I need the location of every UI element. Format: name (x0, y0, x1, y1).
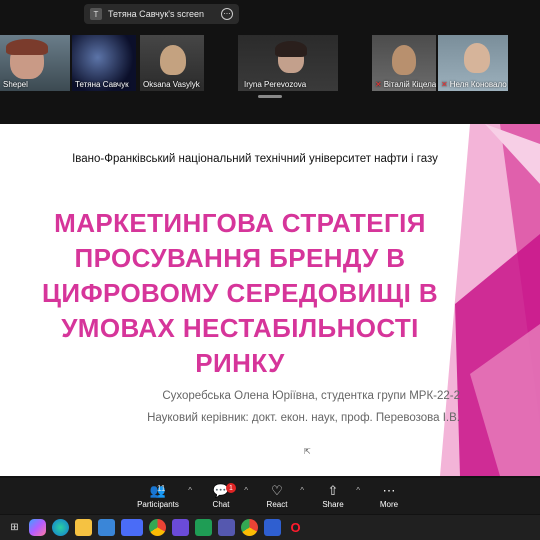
chrome-icon[interactable] (149, 519, 166, 536)
chevron-up-icon[interactable]: ^ (356, 486, 360, 495)
screen: T Тетяна Савчук's screen ⋯ Shepel Тетяна… (0, 0, 540, 540)
participant-count: 11 (157, 484, 166, 493)
chat-unread-badge: 1 (226, 483, 236, 493)
slide-title-line: УМОВАХ НЕСТАБІЛЬНОСТІ (61, 313, 419, 343)
chrome-icon-2[interactable] (241, 519, 258, 536)
participant-name: ✕ Неля Коновало (441, 80, 507, 89)
author-line: Сухоребська Олена Юріївна, студентка гру… (162, 390, 460, 402)
video-tile[interactable]: Oksana Vasylyk (140, 35, 204, 91)
participant-name: Iryna Perevozova (244, 80, 307, 89)
video-tile[interactable]: Shepel (0, 35, 70, 91)
more-icon: ⋯ (382, 483, 396, 498)
presenter-avatar: T (90, 8, 102, 20)
strip-resize-handle[interactable] (258, 95, 282, 98)
react-label: React (266, 500, 288, 509)
participant-name: Oksana Vasylyk (143, 80, 200, 89)
shared-slide: Івано-Франківський національний технічни… (0, 124, 540, 476)
participant-video (392, 45, 416, 75)
taskbar: ⊞ O (0, 515, 540, 540)
copilot-icon[interactable] (29, 519, 46, 536)
mic-off-icon: ✕ (375, 80, 382, 89)
video-tile-active[interactable]: Iryna Perevozova (238, 35, 338, 91)
screen-share-banner[interactable]: T Тетяна Савчук's screen ⋯ (84, 4, 239, 24)
edge-icon[interactable] (52, 519, 69, 536)
meet-icon[interactable] (195, 519, 212, 536)
participant-video (464, 43, 490, 73)
video-tile[interactable]: ✕ Віталій Кіцела (372, 35, 436, 91)
react-button[interactable]: ♡ ^ React (254, 482, 304, 514)
participant-video (160, 45, 186, 75)
share-screen-icon: ⇧ (327, 483, 339, 498)
app-icon[interactable] (172, 519, 189, 536)
chat-label: Chat (212, 500, 230, 509)
video-tile[interactable]: Тетяна Савчук (72, 35, 136, 91)
participant-name: Shepel (3, 80, 28, 89)
chat-button[interactable]: 💬 1 ^ Chat (198, 482, 248, 514)
slide-title-line: МАРКЕТИНГОВА СТРАТЕГІЯ (54, 208, 426, 238)
participant-name: ✕ Віталій Кіцела (375, 80, 436, 89)
file-explorer-icon[interactable] (75, 519, 92, 536)
mouse-cursor-icon: ⇱ (304, 447, 311, 456)
share-button[interactable]: ⇧ ^ Share (310, 482, 360, 514)
start-icon[interactable]: ⊞ (6, 519, 23, 536)
participant-name: Тетяна Савчук (75, 80, 129, 89)
heart-icon: ♡ (271, 483, 283, 498)
chevron-up-icon[interactable]: ^ (244, 486, 248, 495)
participant-hair (6, 39, 48, 55)
advisor-line: Науковий керівник: докт. екон. наук, про… (147, 412, 460, 424)
meeting-controls: 👥 11 ^ Participants 💬 1 ^ Chat ♡ ^ React… (0, 478, 540, 514)
chevron-up-icon[interactable]: ^ (188, 486, 192, 495)
participant-name-text: Неля Коновало (449, 80, 507, 89)
participants-label: Participants (137, 500, 179, 509)
screen-share-title: Тетяна Савчук's screen (108, 9, 205, 19)
more-options-icon[interactable]: ⋯ (221, 8, 233, 20)
store-icon[interactable] (98, 519, 115, 536)
slide-title-line: ПРОСУВАННЯ БРЕНДУ В (74, 243, 406, 273)
chevron-up-icon[interactable]: ^ (300, 486, 304, 495)
teams-icon[interactable] (218, 519, 235, 536)
app-icon-2[interactable] (264, 519, 281, 536)
participants-button[interactable]: 👥 11 ^ Participants (128, 482, 192, 514)
participants-video-strip: Shepel Тетяна Савчук Oksana Vasylyk Iryn… (0, 35, 540, 91)
university-name: Івано-Франківський національний технічни… (72, 153, 438, 165)
video-tile[interactable]: ✕ Неля Коновало (438, 35, 508, 91)
opera-icon[interactable]: O (287, 519, 304, 536)
more-label: More (379, 500, 399, 509)
slide-title: МАРКЕТИНГОВА СТРАТЕГІЯ ПРОСУВАННЯ БРЕНДУ… (20, 206, 460, 381)
more-button[interactable]: ⋯ More (366, 482, 412, 514)
share-label: Share (322, 500, 344, 509)
slide-title-line: ЦИФРОВОМУ СЕРЕДОВИЩІ В (41, 278, 439, 308)
mic-off-icon: ✕ (441, 80, 448, 89)
zoom-icon[interactable] (121, 519, 143, 536)
participant-hair (275, 41, 307, 57)
participant-name-text: Віталій Кіцела (383, 80, 436, 89)
slide-title-line: РИНКУ (195, 348, 285, 378)
